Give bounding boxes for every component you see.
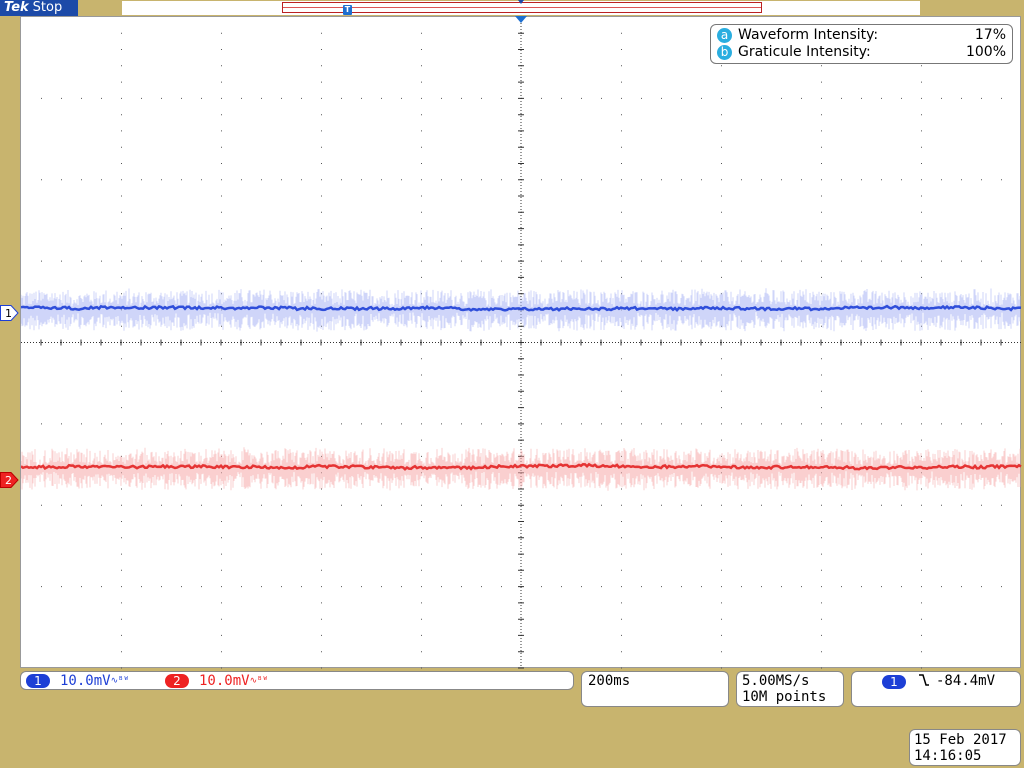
graticule-intensity-label: Graticule Intensity: <box>738 44 871 60</box>
vertical-readout[interactable]: 1 10.0mV∿ᴮᵂ 2 10.0mV∿ᴮᵂ <box>20 671 574 690</box>
ch2-readout[interactable]: 2 10.0mV∿ᴮᵂ <box>165 673 268 689</box>
graticule-intensity-value: 100% <box>965 44 1006 60</box>
acquisition-readout[interactable]: 5.00MS/s 10M points <box>736 671 844 707</box>
waveform-intensity-label: Waveform Intensity: <box>738 27 879 43</box>
ch2-badge: 2 <box>165 674 189 688</box>
ch1-scale: 10.0mV <box>60 673 111 689</box>
knob-a-icon: a <box>717 27 732 43</box>
brand-status: Tek Stop <box>0 0 78 16</box>
time: 14:16:05 <box>914 748 982 764</box>
date: 15 Feb 2017 <box>914 732 1007 748</box>
graticule <box>21 17 1022 669</box>
graticule-intensity-row[interactable]: b Graticule Intensity: 100% <box>717 44 1006 62</box>
trigger-marker-icon: T <box>343 5 352 15</box>
waveform-display[interactable] <box>20 16 1022 669</box>
sample-rate: 5.00MS/s <box>742 673 810 689</box>
trigger-source-badge: 1 <box>882 675 906 689</box>
trigger-readout[interactable]: 1 -84.4mV <box>851 671 1021 707</box>
trigger-position-tick-icon <box>518 0 524 4</box>
horizontal-readout[interactable]: 200ms <box>581 671 729 707</box>
ch1-marker-label: 1 <box>5 307 12 320</box>
tek-logo: Tek <box>4 0 29 15</box>
ch1-badge: 1 <box>26 674 50 688</box>
knob-b-icon: b <box>717 44 732 60</box>
falling-edge-icon <box>918 673 930 691</box>
expansion-point-icon <box>515 16 527 23</box>
ch1-ground-marker[interactable]: 1 <box>0 305 20 321</box>
ch2-marker-label: 2 <box>5 474 12 487</box>
ch2-noise-band <box>21 447 1021 491</box>
intensity-readout: a Waveform Intensity: 17% b Graticule Inte… <box>710 24 1013 64</box>
trigger-level: -84.4mV <box>936 673 996 689</box>
ch2-ground-marker[interactable]: 2 <box>0 472 20 488</box>
datetime-readout: 15 Feb 2017 14:16:05 <box>909 729 1021 766</box>
ch2-coupling-icon: ∿ᴮᵂ <box>249 676 268 686</box>
waveform-intensity-row[interactable]: a Waveform Intensity: 17% <box>717 27 1006 45</box>
record-window-line <box>283 7 761 8</box>
record-length: 10M points <box>742 689 827 705</box>
acquisition-state: Stop <box>32 0 63 15</box>
timebase-value: 200ms <box>588 673 631 689</box>
waveform-intensity-value: 17% <box>974 27 1006 43</box>
ch1-readout[interactable]: 1 10.0mV∿ᴮᵂ <box>26 673 129 689</box>
ch1-coupling-icon: ∿ᴮᵂ <box>110 676 129 686</box>
ch2-scale: 10.0mV <box>199 673 250 689</box>
